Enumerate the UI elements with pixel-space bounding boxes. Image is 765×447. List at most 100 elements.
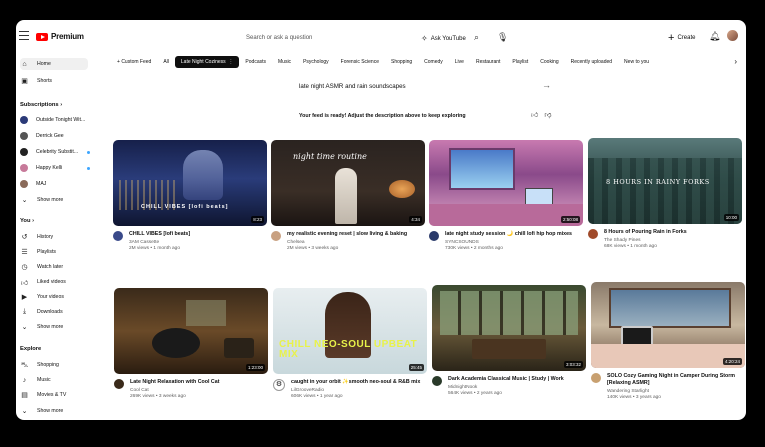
- sidebar-item-history[interactable]: ↺ History: [20, 231, 54, 243]
- video-title[interactable]: Late Night Relaxation with Cool Cat: [130, 379, 268, 386]
- notifications-bell-icon[interactable]: 🔔︎: [709, 31, 720, 42]
- create-button[interactable]: + Create: [668, 32, 695, 44]
- video-card[interactable]: 4:20:24 SOLO Cozy Gaming Night in Camper…: [591, 282, 745, 400]
- submit-arrow-icon[interactable]: →: [542, 80, 551, 90]
- thumbs-up-icon[interactable]: 👍︎: [531, 112, 544, 119]
- account-avatar[interactable]: [727, 30, 738, 41]
- menu-icon[interactable]: [19, 31, 29, 41]
- chip-shopping[interactable]: Shopping: [385, 56, 418, 68]
- chevron-down-icon: ⌄: [21, 408, 28, 415]
- gear-icon[interactable]: ⚙: [273, 379, 285, 391]
- chip-forensic-science[interactable]: Forensic Science: [335, 56, 385, 68]
- sidebar-item-shopping[interactable]: ⛍ Shopping: [20, 359, 59, 371]
- channel-avatar[interactable]: [588, 229, 598, 239]
- duration-badge: 1:23:00: [245, 364, 265, 371]
- channel-avatar[interactable]: [429, 231, 439, 241]
- you-heading[interactable]: You ›: [20, 218, 34, 224]
- sidebar-subscription[interactable]: MAJ: [20, 178, 46, 190]
- channel-name[interactable]: SYNCSOUNDS: [445, 240, 583, 245]
- cat-figure: [152, 328, 200, 358]
- chip-all[interactable]: All: [157, 56, 175, 68]
- chip-new-to-you[interactable]: New to you: [618, 56, 655, 68]
- channel-name[interactable]: LilGrooveRadio: [291, 388, 427, 393]
- video-title[interactable]: caught in your orbit ✨smooth neo-soul & …: [291, 379, 427, 386]
- video-thumbnail[interactable]: CHILL NEO-SOUL UPBEAT MIX 25:45: [273, 288, 427, 374]
- channel-name[interactable]: Cool Cat: [130, 388, 268, 393]
- shorts-icon: ▣: [21, 78, 28, 85]
- sidebar-label: Show more: [37, 324, 64, 330]
- youtube-premium-logo[interactable]: Premium: [36, 32, 84, 41]
- chip-podcasts[interactable]: Podcasts: [239, 56, 272, 68]
- channel-name[interactable]: 3AM Cassette: [129, 240, 267, 245]
- video-thumbnail[interactable]: 1:23:00: [114, 288, 268, 374]
- channel-name[interactable]: Wandering Starlight: [607, 389, 745, 394]
- sidebar-item-playlists[interactable]: ☰ Playlists: [20, 246, 56, 258]
- sidebar-subscription[interactable]: Outside Tonight Wit...: [20, 114, 85, 126]
- chip-comedy[interactable]: Comedy: [418, 56, 449, 68]
- video-thumbnail[interactable]: 4:20:24: [591, 282, 745, 368]
- record-player: [224, 338, 254, 358]
- video-card[interactable]: 3:03:32 Dark Academia Classical Music | …: [432, 285, 586, 396]
- video-thumbnail[interactable]: night time routine 4:34: [271, 140, 425, 226]
- sidebar-item-movies-tv[interactable]: ▤ Movies & TV: [20, 389, 66, 401]
- sidebar-item-downloads[interactable]: ⤓ Downloads: [20, 306, 63, 318]
- sidebar-item-shorts[interactable]: ▣ Shorts: [20, 75, 52, 87]
- video-title[interactable]: CHILL VIBES [lofi beats]: [129, 231, 267, 238]
- video-card[interactable]: CHILL NEO-SOUL UPBEAT MIX 25:45 ⚙ caught…: [273, 288, 427, 399]
- chip-playlist[interactable]: Playlist: [506, 56, 534, 68]
- channel-avatar[interactable]: [432, 376, 442, 386]
- video-title[interactable]: SOLO Cozy Gaming Night in Camper During …: [607, 373, 745, 387]
- subscriptions-heading[interactable]: Subscriptions ›: [20, 102, 62, 108]
- chevron-right-icon[interactable]: ›: [734, 57, 737, 66]
- chip-live[interactable]: Live: [449, 56, 470, 68]
- chip-custom-feed[interactable]: + Custom Feed: [111, 56, 157, 68]
- sidebar-item-music[interactable]: ♪ Music: [20, 374, 51, 386]
- show-more-explore[interactable]: ⌄ Show more: [20, 405, 64, 417]
- person-figure: [335, 168, 357, 224]
- sidebar-subscription[interactable]: Happy Kelli: [20, 162, 90, 174]
- video-thumbnail[interactable]: 3:03:32: [432, 285, 586, 371]
- thumbs-down-icon[interactable]: 👎︎: [544, 112, 557, 119]
- sidebar-subscription[interactable]: Celebrity Substit...: [20, 146, 90, 158]
- channel-avatar[interactable]: [591, 373, 601, 383]
- channel-avatar[interactable]: [113, 231, 123, 241]
- search-icon[interactable]: ⌕: [474, 32, 479, 43]
- video-title[interactable]: my realistic evening reset | slow living…: [287, 231, 425, 238]
- chip-psychology[interactable]: Psychology: [297, 56, 335, 68]
- chip-restaurant[interactable]: Restaurant: [470, 56, 506, 68]
- microphone-icon[interactable]: 🎙︎: [497, 32, 508, 43]
- video-card[interactable]: 2:50:08 late night study session 🌙 chill…: [429, 140, 583, 251]
- video-thumbnail[interactable]: CHILL VIBES [lofi beats] 8:23: [113, 140, 267, 226]
- channel-name[interactable]: The Shady Pines: [604, 238, 742, 243]
- ask-youtube-button[interactable]: ✧ Ask YouTube: [421, 34, 466, 43]
- show-more-subscriptions[interactable]: ⌄ Show more: [20, 194, 64, 206]
- video-title[interactable]: late night study session 🌙 chill lofi hi…: [445, 231, 583, 238]
- chip-music[interactable]: Music: [272, 56, 297, 68]
- chip-cooking[interactable]: Cooking: [534, 56, 564, 68]
- channel-name[interactable]: Chelsea: [287, 240, 425, 245]
- video-thumbnail[interactable]: 8 HOURS IN RAINY FORKS 10:00: [588, 138, 742, 224]
- search-input[interactable]: Search or ask a question: [246, 35, 312, 41]
- chip-recently-uploaded[interactable]: Recently uploaded: [565, 56, 618, 68]
- sidebar-item-your-videos[interactable]: ▶ Your videos: [20, 291, 64, 303]
- sidebar-label: Show more: [37, 408, 64, 414]
- show-more-you[interactable]: ⌄ Show more: [20, 321, 64, 333]
- sidebar-label: History: [37, 234, 54, 240]
- channel-avatar[interactable]: [114, 379, 124, 389]
- sidebar-item-liked-videos[interactable]: 👍︎ Liked videos: [20, 276, 66, 288]
- video-card[interactable]: 8 HOURS IN RAINY FORKS 10:00 8 Hours of …: [588, 138, 742, 249]
- video-thumbnail[interactable]: 2:50:08: [429, 140, 583, 226]
- forest-trees: [588, 158, 742, 224]
- sidebar-item-watch-later[interactable]: ◷ Watch later: [20, 261, 63, 273]
- video-card[interactable]: 1:23:00 Late Night Relaxation with Cool …: [114, 288, 268, 399]
- sidebar-item-home[interactable]: ⌂ Home: [20, 58, 88, 70]
- video-title[interactable]: 8 Hours of Pouring Rain in Forks: [604, 229, 742, 236]
- channel-avatar[interactable]: [271, 231, 281, 241]
- chip-late-night-coziness[interactable]: Late Night Coziness ⋮: [174, 56, 240, 68]
- video-card[interactable]: CHILL VIBES [lofi beats] 8:23 CHILL VIBE…: [113, 140, 267, 251]
- custom-feed-prompt-input[interactable]: late night ASMR and rain soundscapes: [299, 83, 551, 90]
- channel-name[interactable]: MidnightNook: [448, 385, 586, 390]
- sidebar-subscription[interactable]: Derrick Gee: [20, 130, 64, 142]
- video-title[interactable]: Dark Academia Classical Music | Study | …: [448, 376, 586, 383]
- video-card[interactable]: night time routine 4:34 my realistic eve…: [271, 140, 425, 251]
